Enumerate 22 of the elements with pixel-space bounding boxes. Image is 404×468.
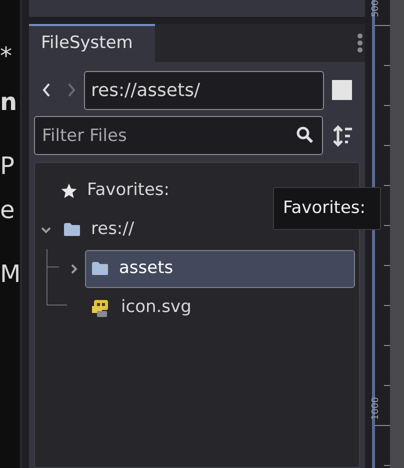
tooltip: Favorites: — [273, 187, 381, 230]
text-fragment: e — [0, 198, 16, 222]
tree-item[interactable]: icon.svg — [85, 288, 355, 326]
path-field[interactable]: res://assets/ — [84, 70, 324, 110]
toggle-button[interactable] — [332, 80, 352, 100]
tab[interactable]: FileSystem — [29, 24, 155, 62]
tree-label: Favorites: — [87, 178, 170, 202]
filter-field[interactable]: Filter Files — [34, 116, 323, 155]
text-fragment: P — [0, 154, 16, 178]
folder-icon — [91, 261, 109, 276]
text-fragment: n — [0, 90, 18, 114]
menu-icon — [357, 33, 363, 53]
ruler-label: 500 — [372, 0, 382, 18]
tree-item[interactable]: assets — [85, 250, 355, 288]
text-fragment: * — [0, 44, 13, 68]
sort-icon — [333, 124, 353, 146]
star-icon — [61, 182, 77, 198]
ruler-label: 1000 — [372, 397, 381, 420]
folder-icon — [63, 222, 81, 237]
search-icon — [296, 126, 314, 144]
robot-icon — [91, 298, 111, 318]
text-fragment: M — [0, 262, 20, 286]
